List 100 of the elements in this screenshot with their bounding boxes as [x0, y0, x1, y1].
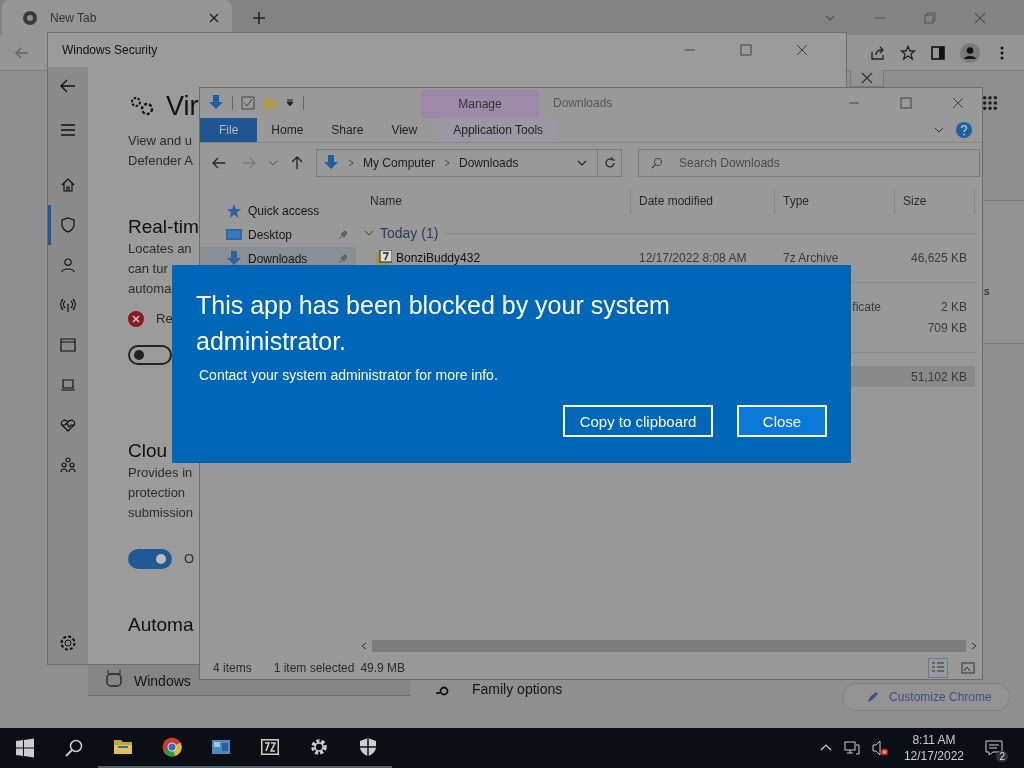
settings-label[interactable]: Family options: [472, 681, 563, 697]
nav-item[interactable]: Desktop: [200, 223, 356, 247]
star-icon[interactable]: [900, 44, 916, 61]
status-text: 49.9 MB: [360, 661, 406, 675]
file-size: 2 KB: [941, 299, 967, 314]
windows-logo-icon: [14, 738, 35, 758]
pencil-icon: [867, 691, 879, 703]
ribbon-tab[interactable]: Application Tools: [439, 118, 558, 142]
chevron-right-icon: [347, 159, 355, 167]
menu-icon[interactable]: [59, 121, 77, 139]
breadcrumb[interactable]: My Computer: [363, 156, 436, 170]
help-icon[interactable]: [956, 122, 972, 138]
back-arrow-icon[interactable]: [212, 156, 226, 170]
heart-icon: [60, 417, 76, 433]
dropdown-icon[interactable]: [285, 98, 295, 108]
maximize-icon[interactable]: [740, 44, 752, 56]
column-header[interactable]: Name: [362, 188, 631, 214]
ribbon-tab[interactable]: Share: [317, 118, 378, 142]
column-header[interactable]: Type: [775, 188, 895, 214]
antenna-icon: [60, 297, 76, 313]
panel-icon: [210, 737, 231, 757]
address-bar[interactable]: My Computer Downloads: [316, 149, 598, 177]
error-icon: [128, 311, 144, 327]
contextual-tab-header: Manage: [421, 90, 539, 118]
chevron-down-icon[interactable]: [268, 158, 278, 168]
chevron-down-icon[interactable]: [364, 228, 374, 238]
tab-title: New Tab: [50, 10, 98, 25]
pin-icon[interactable]: [338, 254, 348, 264]
person-icon: [60, 257, 76, 273]
refresh-button[interactable]: [598, 149, 622, 177]
download-arrow-icon: [323, 155, 339, 171]
gear-icon: [308, 737, 329, 757]
file-row[interactable]: BonziBuddy432 12/17/2022 8:08 AM 7z Archive 46,625 KB: [362, 247, 975, 268]
chevron-down-icon[interactable]: [934, 125, 944, 135]
chrome-icon: [161, 737, 182, 757]
side-panel-icon[interactable]: [930, 44, 946, 61]
star-icon: [226, 203, 242, 219]
card-text: s: [984, 285, 990, 297]
chevron-right-icon: [443, 159, 452, 167]
laptop-icon: [60, 377, 76, 393]
ribbon-tab[interactable]: View: [377, 118, 432, 142]
close-icon[interactable]: [208, 11, 220, 24]
file-name: BonziBuddy432: [396, 250, 481, 265]
toggle-switch[interactable]: [128, 549, 172, 569]
settings-icon[interactable]: [59, 634, 77, 652]
browser-tab[interactable]: New Tab: [2, 0, 232, 35]
scroll-right-icon[interactable]: [970, 642, 978, 650]
pin-icon[interactable]: [338, 230, 348, 240]
notifications-button[interactable]: 2: [974, 728, 1014, 768]
file-date: 12/17/2022 8:08 AM: [639, 250, 747, 265]
settings-label: Windows: [134, 673, 191, 689]
maximize-icon[interactable]: [900, 97, 912, 109]
robot-icon: [104, 669, 124, 689]
page-heading: Vir: [166, 90, 199, 122]
section-text: protection: [128, 484, 186, 502]
popup-close-button[interactable]: [850, 70, 884, 87]
back-arrow-icon[interactable]: [59, 77, 77, 95]
status-text: Re: [156, 310, 173, 328]
new-tab-icon[interactable]: [252, 10, 266, 25]
chevron-down-icon[interactable]: [577, 158, 587, 168]
up-arrow-icon[interactable]: [290, 156, 304, 170]
archive-icon: [259, 737, 280, 757]
clock[interactable]: 8:11 AM 12/17/2022: [893, 732, 974, 764]
apps-grid-icon[interactable]: [982, 95, 998, 111]
search-field[interactable]: Search Downloads: [638, 149, 980, 177]
ribbon-tab[interactable]: Home: [257, 118, 318, 142]
details-view-button[interactable]: [928, 658, 948, 678]
dialog-title: This app has been blocked by your system administrator.: [196, 290, 671, 357]
file-size: 51,102 KB: [910, 369, 967, 384]
column-header[interactable]: Size: [895, 188, 975, 214]
family-icon: [60, 457, 76, 473]
ribbon-tab[interactable]: File: [200, 118, 258, 142]
shield-icon: [60, 217, 76, 233]
nav-item[interactable]: Quick access: [200, 199, 356, 223]
description-text: View and u: [128, 132, 193, 150]
section-title: Clou: [128, 439, 168, 463]
group-header[interactable]: Today (1): [380, 225, 439, 241]
refresh-icon: [603, 157, 616, 169]
image-icon: [961, 661, 975, 675]
download-arrow-icon[interactable]: [208, 95, 224, 111]
section-text: can tur: [128, 260, 168, 278]
share-icon[interactable]: [870, 44, 886, 61]
file-size: 709 KB: [927, 320, 967, 335]
section-text: submission: [128, 504, 194, 522]
desktop-icon: [226, 227, 242, 243]
scroll-left-icon[interactable]: [360, 642, 368, 650]
close-icon[interactable]: [952, 97, 964, 109]
network-icon[interactable]: [843, 740, 860, 756]
section-text: Provides in: [128, 464, 193, 482]
muted-speaker-icon[interactable]: [871, 740, 888, 756]
profile-icon[interactable]: [960, 42, 980, 63]
close-icon[interactable]: [796, 44, 808, 56]
toggle-label: O: [184, 550, 195, 568]
home-icon: [60, 177, 76, 193]
list-icon: [931, 661, 945, 675]
breadcrumb[interactable]: Downloads: [459, 156, 519, 170]
close-button[interactable]: Close: [737, 405, 827, 437]
column-header[interactable]: Date modified: [631, 188, 775, 214]
copy-button[interactable]: Copy to clipboard: [563, 405, 713, 437]
checklist-icon[interactable]: [241, 96, 255, 110]
